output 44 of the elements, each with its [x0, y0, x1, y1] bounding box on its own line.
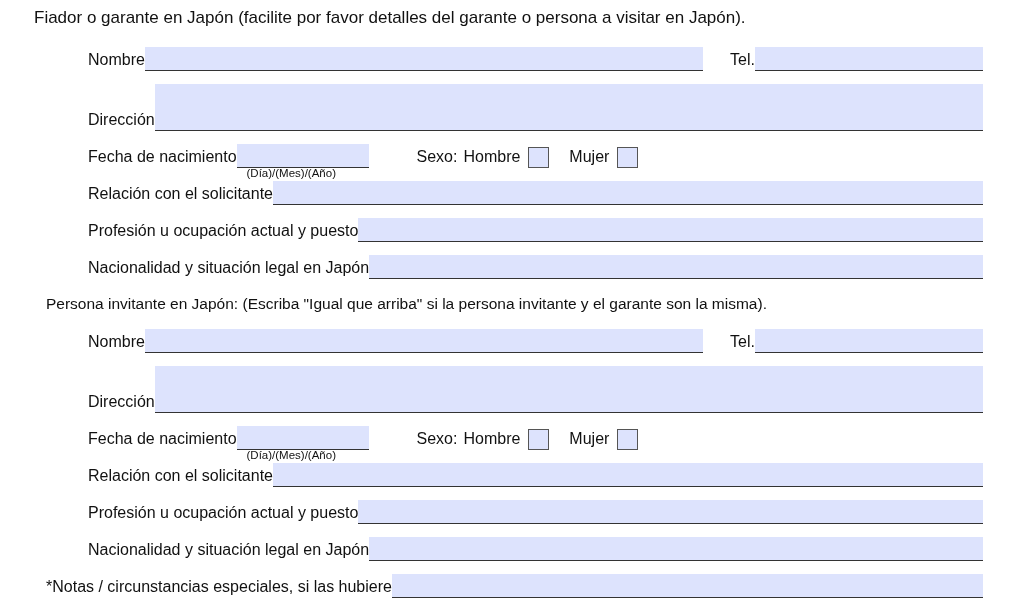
field-label: Fecha de nacimiento [88, 429, 237, 449]
field-label: Tel. [730, 332, 755, 352]
input-field[interactable] [273, 463, 983, 487]
field-label: Profesión u ocupación actual y puesto [88, 221, 359, 241]
field-label: Sexo: [416, 429, 458, 449]
field-label: Dirección [88, 110, 155, 130]
checkbox-label: Mujer [569, 429, 610, 449]
checkbox[interactable] [528, 147, 550, 168]
field-label: Relación con el solicitante [88, 184, 273, 204]
checkbox[interactable] [617, 429, 639, 450]
input-field[interactable] [391, 574, 983, 598]
input-field[interactable] [358, 218, 983, 242]
input-field[interactable] [755, 329, 983, 353]
field-label: Nacionalidad y situación legal en Japón [88, 540, 370, 560]
input-field[interactable] [154, 366, 983, 413]
input-field[interactable] [144, 47, 704, 71]
input-field[interactable] [755, 47, 983, 71]
date-format-hint: (Día)/(Mes)/(Año) [246, 449, 336, 462]
checkbox-label: Hombre [463, 429, 521, 449]
field-label: Profesión u ocupación actual y puesto [88, 503, 359, 523]
date-format-hint: (Día)/(Mes)/(Año) [246, 167, 336, 180]
field-label: Nacionalidad y situación legal en Japón [88, 258, 370, 278]
input-field[interactable] [144, 329, 704, 353]
input-field[interactable] [236, 144, 369, 168]
input-field[interactable] [273, 181, 983, 205]
checkbox[interactable] [617, 147, 639, 168]
input-field[interactable] [154, 84, 983, 131]
field-label: Sexo: [416, 147, 458, 167]
field-label: *Notas / circunstancias especiales, si las hubiere [46, 577, 392, 597]
input-field[interactable] [236, 426, 369, 450]
field-label: Dirección [88, 392, 155, 412]
section-heading: Persona invitante en Japón: (Escriba "Igual que arriba" si la persona invitante y el garante son la misma). [45, 294, 768, 314]
input-field[interactable] [369, 537, 983, 561]
field-label: Relación con el solicitante [88, 466, 273, 486]
section-heading: Fiador o garante en Japón (facilite por favor detalles del garante o persona a visitar en Japón). [33, 7, 747, 29]
checkbox-label: Mujer [569, 147, 610, 167]
field-label: Nombre [88, 332, 145, 352]
input-field[interactable] [358, 500, 983, 524]
field-label: Fecha de nacimiento [88, 147, 237, 167]
checkbox-label: Hombre [463, 147, 521, 167]
field-label: Nombre [88, 50, 145, 70]
input-field[interactable] [369, 255, 983, 279]
field-label: Tel. [730, 50, 755, 70]
checkbox[interactable] [528, 429, 550, 450]
